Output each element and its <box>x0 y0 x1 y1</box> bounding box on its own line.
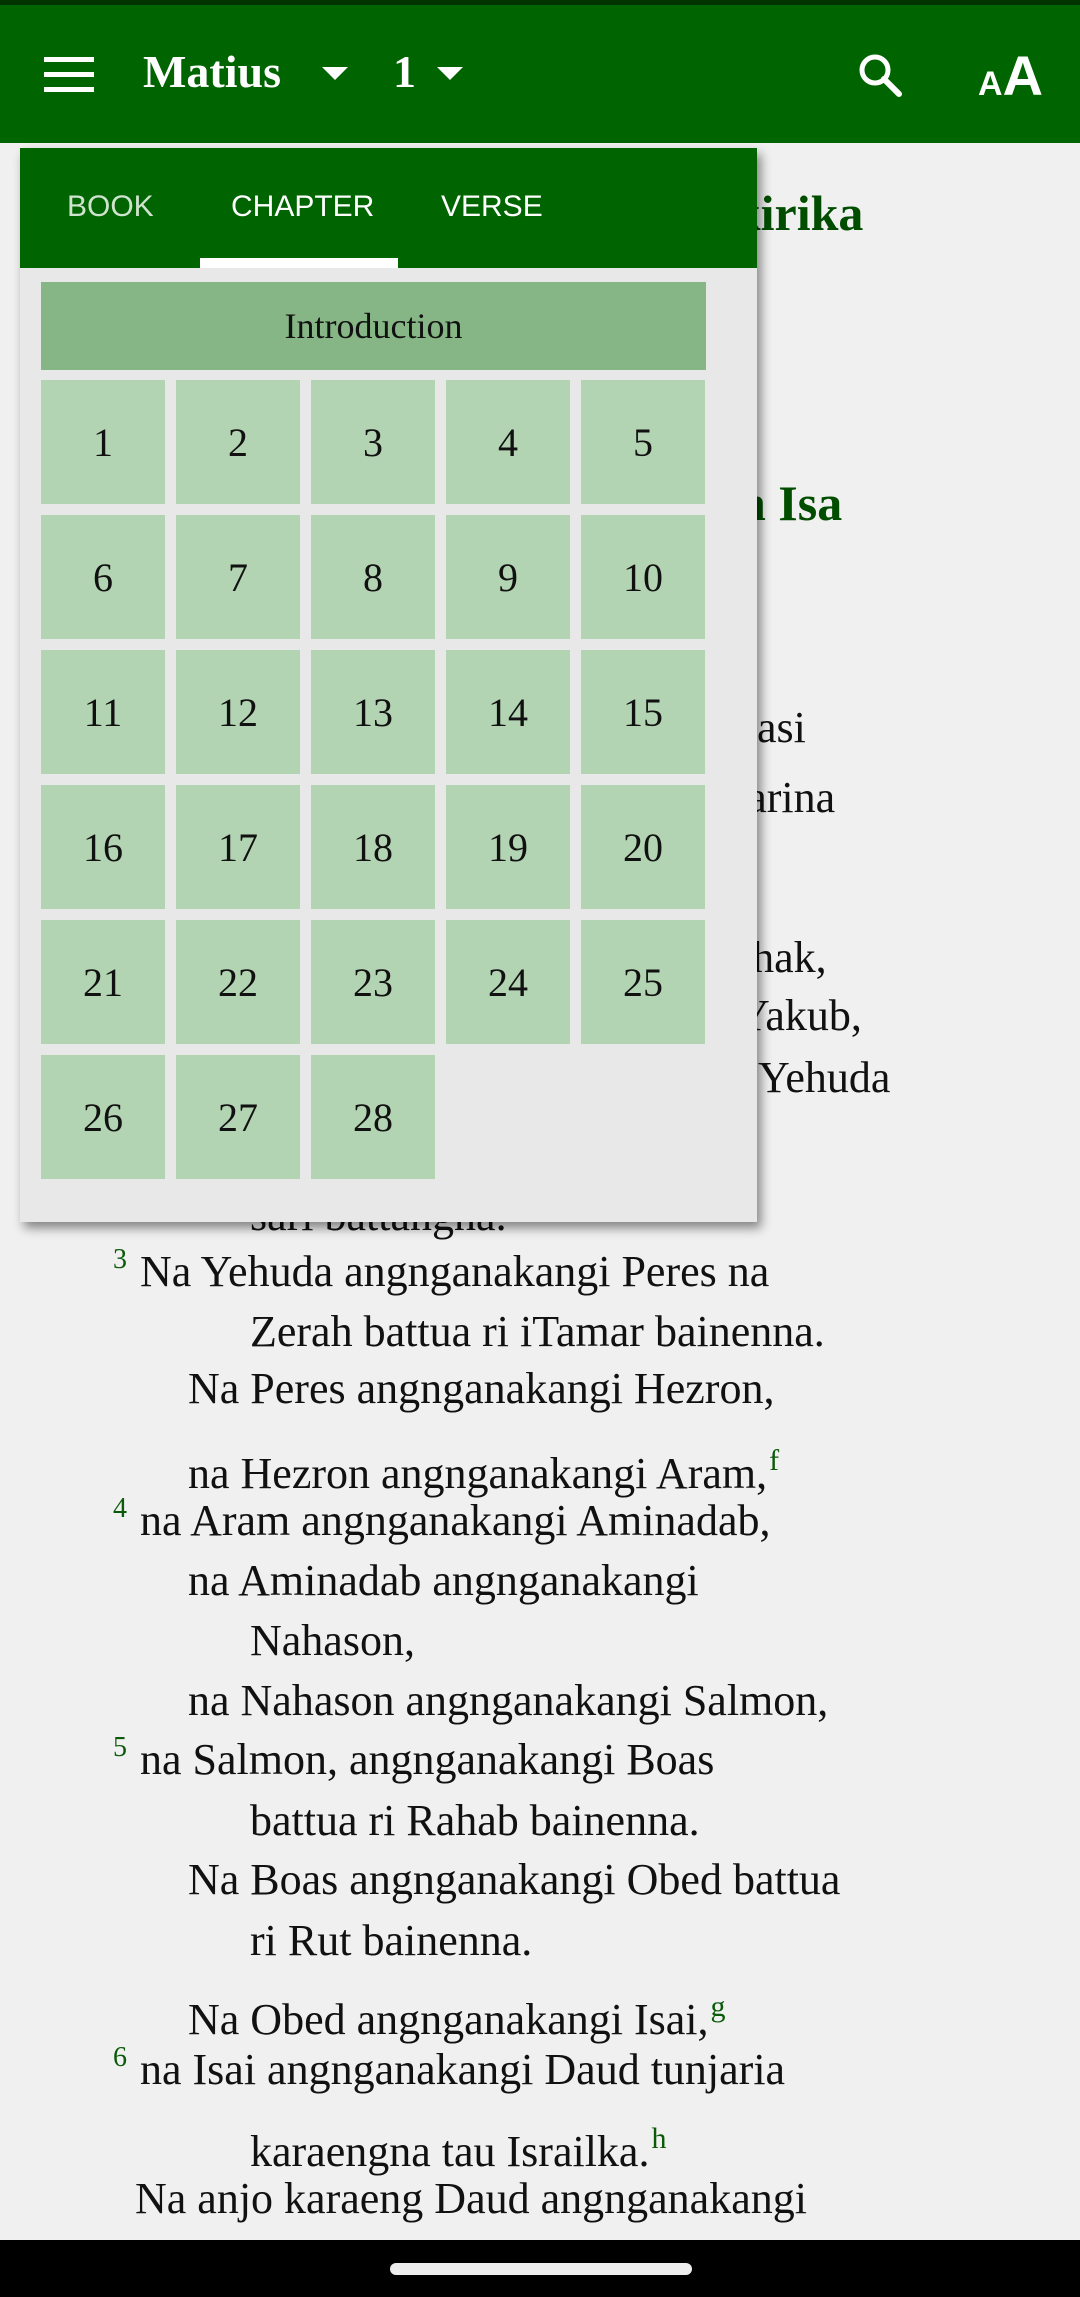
verse-number: 6 <box>113 2042 127 2073</box>
verse-text: na Aminadab angnganakangi <box>188 1556 699 1605</box>
chapter-button[interactable]: 16 <box>41 785 165 909</box>
chapter-button[interactable]: 4 <box>446 380 570 504</box>
verse-line: na Hezron angnganakangi Aram,f <box>188 1431 779 1498</box>
app-bar: Matius 1 AA <box>0 5 1080 143</box>
chapter-number[interactable]: 1 <box>393 45 416 98</box>
verse-line: ri Rut bainenna. <box>250 1911 532 1971</box>
verse-line: battua ri Rahab bainenna. <box>250 1791 700 1851</box>
verse-line: 4 na Aram angnganakangi Aminadab, <box>113 1491 771 1551</box>
chapter-button[interactable]: 15 <box>581 650 705 774</box>
footnote-marker[interactable]: h <box>651 2122 666 2155</box>
tab-chapter[interactable]: CHAPTER <box>231 190 374 224</box>
verse-text: Na Yehuda angnganakangi Peres na <box>140 1247 770 1296</box>
verse-line: na Nahason angnganakangi Salmon, <box>188 1671 828 1731</box>
chapter-button[interactable]: 21 <box>41 920 165 1044</box>
chapter-button[interactable]: 22 <box>176 920 300 1044</box>
verse-number: 4 <box>113 1493 127 1524</box>
menu-icon[interactable] <box>44 57 94 93</box>
chapter-button[interactable]: 10 <box>581 515 705 639</box>
text-size-icon[interactable]: AA <box>978 43 1043 108</box>
chapter-button[interactable]: 1 <box>41 380 165 504</box>
home-gesture-handle[interactable] <box>390 2263 692 2275</box>
chevron-down-icon[interactable] <box>437 67 463 80</box>
chapter-button[interactable]: 19 <box>446 785 570 909</box>
verse-text: Zerah battua ri iTamar bainenna. <box>250 1307 825 1356</box>
verse-text: na Salmon, angnganakangi Boas <box>140 1735 715 1784</box>
verse-line: 3 Na Yehuda angnganakangi Peres na <box>113 1242 770 1302</box>
chapter-button[interactable]: 17 <box>176 785 300 909</box>
verse-line: Na anjo karaeng Daud angnganakangi <box>135 2169 807 2229</box>
verse-text: Na anjo karaeng Daud angnganakangi <box>135 2174 807 2223</box>
chapter-button[interactable]: 12 <box>176 650 300 774</box>
book-title[interactable]: Matius <box>143 45 281 98</box>
chapter-button[interactable]: 9 <box>446 515 570 639</box>
verse-line: na Aminadab angnganakangi <box>188 1551 699 1611</box>
navigation-bar <box>0 2240 1080 2297</box>
chevron-down-icon[interactable] <box>322 67 348 80</box>
active-tab-indicator <box>200 258 398 268</box>
chapter-button[interactable]: 5 <box>581 380 705 504</box>
chapter-button[interactable]: 7 <box>176 515 300 639</box>
chapter-button[interactable]: 25 <box>581 920 705 1044</box>
search-icon[interactable] <box>855 50 905 100</box>
chapter-button[interactable]: 8 <box>311 515 435 639</box>
chapter-button[interactable]: 13 <box>311 650 435 774</box>
verse-line: Zerah battua ri iTamar bainenna. <box>250 1302 825 1362</box>
verse-line: Na Obed angnganakangi Isai,g <box>188 1977 725 2044</box>
chapter-button[interactable]: 2 <box>176 380 300 504</box>
footnote-marker[interactable]: f <box>769 1444 779 1477</box>
verse-text-fragment: Yehuda <box>758 1053 891 1102</box>
chapter-button[interactable]: 27 <box>176 1055 300 1179</box>
verse-line: 6 na Isai angnganakangi Daud tunjaria <box>113 2040 786 2100</box>
chapter-button[interactable]: 18 <box>311 785 435 909</box>
verse-line: Na Boas angnganakangi Obed battua <box>188 1850 840 1910</box>
verse-text: ri Rut bainenna. <box>250 1916 533 1965</box>
verse-line: Na Peres angnganakangi Hezron, <box>188 1359 774 1419</box>
chapter-button[interactable]: 14 <box>446 650 570 774</box>
verse-text: na Nahason angnganakangi Salmon, <box>188 1676 829 1725</box>
chapter-button[interactable]: 11 <box>41 650 165 774</box>
verse-line: karaengna tau Israilka.h <box>250 2109 666 2176</box>
footnote-marker[interactable]: g <box>710 1990 725 2023</box>
chapter-picker-popup: BOOK CHAPTER VERSE Introduction 12345678… <box>20 148 757 1222</box>
chapter-button[interactable]: 3 <box>311 380 435 504</box>
chapter-button[interactable]: 24 <box>446 920 570 1044</box>
chapter-button[interactable]: 23 <box>311 920 435 1044</box>
chapter-button[interactable]: 26 <box>41 1055 165 1179</box>
chapter-button[interactable]: 28 <box>311 1055 435 1179</box>
verse-line: 5 na Salmon, angnganakangi Boas <box>113 1730 715 1790</box>
verse-number: 3 <box>113 1244 127 1275</box>
verse-number: 5 <box>113 1732 127 1763</box>
tab-book[interactable]: BOOK <box>67 190 154 224</box>
tab-verse[interactable]: VERSE <box>441 190 543 224</box>
verse-text: na Aram angnganakangi Aminadab, <box>140 1496 771 1545</box>
verse-line: Nahason, <box>250 1611 415 1671</box>
verse-text: Na Obed angnganakangi Isai, <box>188 1995 709 2044</box>
verse-text: battua ri Rahab bainenna. <box>250 1796 700 1845</box>
verse-text: na Isai angnganakangi Daud tunjaria <box>140 2045 786 2094</box>
introduction-button[interactable]: Introduction <box>41 282 706 370</box>
chapter-button[interactable]: 6 <box>41 515 165 639</box>
picker-tabs: BOOK CHAPTER VERSE <box>20 148 757 268</box>
verse-text: Nahason, <box>250 1616 415 1665</box>
verse-text: Na Peres angnganakangi Hezron, <box>188 1364 775 1413</box>
chapter-button[interactable]: 20 <box>581 785 705 909</box>
verse-text: Na Boas angnganakangi Obed battua <box>188 1855 841 1904</box>
